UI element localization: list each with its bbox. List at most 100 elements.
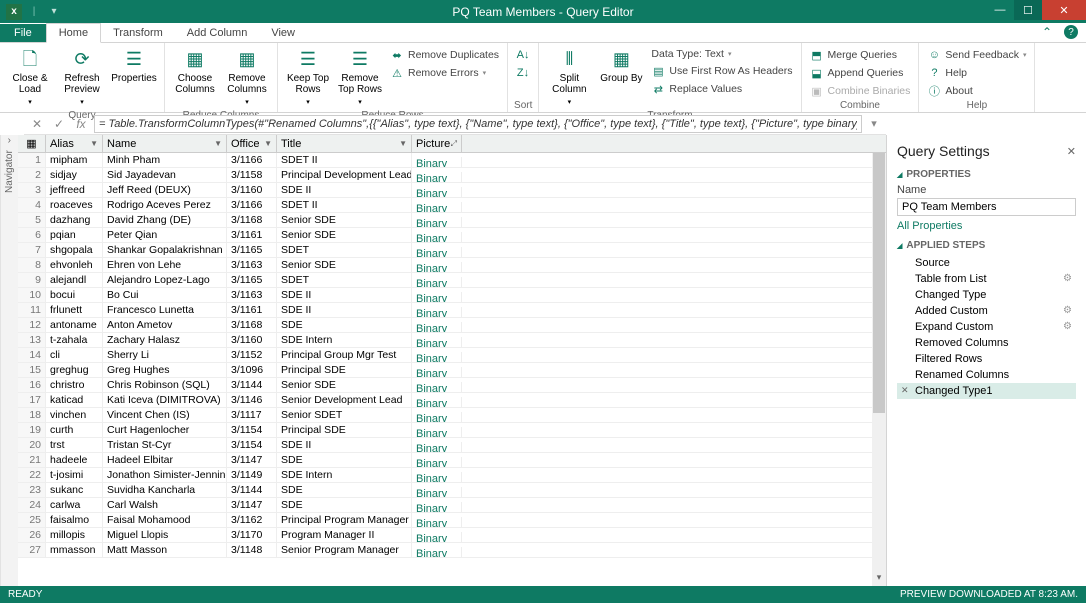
cell-picture[interactable]: Binary [412,457,462,467]
append-queries-button[interactable]: ⬓Append Queries [808,65,913,81]
first-row-headers-button[interactable]: ▤Use First Row As Headers [649,63,794,79]
cell-office[interactable]: 3/1168 [227,213,277,227]
cell-name[interactable]: Curt Hagenlocher [103,423,227,437]
cell-alias[interactable]: hadeele [46,453,103,467]
table-row[interactable]: 2sidjaySid Jayadevan3/1158Principal Deve… [18,168,886,183]
tab-file[interactable]: File [0,24,46,42]
minimize-button[interactable]: — [986,0,1014,20]
gear-icon[interactable]: ⚙ [1063,273,1072,285]
formula-cancel-icon[interactable]: ✕ [28,115,46,133]
cell-title[interactable]: Senior Development Lead [277,393,412,407]
column-header-office[interactable]: Office▼ [227,135,277,152]
cell-office[interactable]: 3/1148 [227,543,277,557]
cell-alias[interactable]: greghug [46,363,103,377]
properties-section-label[interactable]: PROPERTIES [897,169,1076,180]
cell-title[interactable]: SDE [277,453,412,467]
cell-picture[interactable]: Binary [412,397,462,407]
cell-title[interactable]: SDE II [277,288,412,302]
table-row[interactable]: 3jeffreedJeff Reed (DEUX)3/1160SDE IIBin… [18,183,886,198]
cell-name[interactable]: Rodrigo Aceves Perez [103,198,227,212]
cell-title[interactable]: SDET [277,273,412,287]
cell-title[interactable]: Principal Program Manager Lead [277,513,412,527]
tab-add-column[interactable]: Add Column [175,24,260,42]
cell-picture[interactable]: Binary [412,427,462,437]
cell-name[interactable]: Sid Jayadevan [103,168,227,182]
qat-dropdown-icon[interactable]: ▾ [46,4,62,20]
applied-step[interactable]: Source [897,255,1076,271]
applied-step[interactable]: Renamed Columns [897,367,1076,383]
cell-office[interactable]: 3/1096 [227,363,277,377]
formula-accept-icon[interactable]: ✓ [50,115,68,133]
keep-top-rows-button[interactable]: ☰Keep Top Rows▾ [284,45,332,110]
cell-name[interactable]: Zachary Halasz [103,333,227,347]
cell-picture[interactable]: Binary [412,247,462,257]
help-button[interactable]: ?Help [925,65,1028,81]
combine-binaries-button[interactable]: ▣Combine Binaries [808,83,913,99]
cell-picture[interactable]: Binary [412,262,462,272]
split-column-button[interactable]: ⫴Split Column▾ [545,45,593,110]
remove-top-rows-button[interactable]: ☰Remove Top Rows▾ [336,45,384,110]
cell-name[interactable]: Suvidha Kancharla [103,483,227,497]
table-row[interactable]: 14cliSherry Li3/1152Principal Group Mgr … [18,348,886,363]
cell-title[interactable]: Principal Development Lead [277,168,412,182]
cell-title[interactable]: SDE II [277,438,412,452]
cell-alias[interactable]: mipham [46,153,103,167]
table-row[interactable]: 17katicadKati Iceva (DIMITROVA)3/1146Sen… [18,393,886,408]
cell-office[interactable]: 3/1163 [227,258,277,272]
cell-office[interactable]: 3/1158 [227,168,277,182]
gear-icon[interactable]: ⚙ [1063,305,1072,317]
cell-alias[interactable]: alejandl [46,273,103,287]
cell-picture[interactable]: Binary [412,382,462,392]
cell-name[interactable]: Peter Qian [103,228,227,242]
cell-title[interactable]: SDET II [277,153,412,167]
cell-title[interactable]: Senior SDE [277,378,412,392]
table-row[interactable]: 19curthCurt Hagenlocher3/1154Principal S… [18,423,886,438]
cell-alias[interactable]: t-josimi [46,468,103,482]
cell-alias[interactable]: trst [46,438,103,452]
cell-name[interactable]: Greg Hughes [103,363,227,377]
cell-title[interactable]: Program Manager II [277,528,412,542]
formula-expand-icon[interactable]: ▾ [866,117,882,130]
cell-title[interactable]: SDE [277,498,412,512]
close-button[interactable]: ✕ [1042,0,1086,20]
applied-step[interactable]: Added Custom⚙ [897,303,1076,319]
applied-step[interactable]: Filtered Rows [897,351,1076,367]
table-row[interactable]: 27mmassonMatt Masson3/1148Senior Program… [18,543,886,558]
chevron-down-icon[interactable]: ⤢ [451,139,457,149]
cell-alias[interactable]: roaceves [46,198,103,212]
remove-errors-button[interactable]: ⚠Remove Errors ▾ [388,65,501,81]
scroll-thumb[interactable] [873,153,885,413]
cell-title[interactable]: Principal SDE [277,363,412,377]
cell-picture[interactable]: Binary [412,292,462,302]
column-header-name[interactable]: Name▼ [103,135,227,152]
vertical-scrollbar[interactable]: ▴ ▾ [872,153,886,586]
cell-picture[interactable]: Binary [412,322,462,332]
cell-title[interactable]: Senior SDE [277,213,412,227]
cell-office[interactable]: 3/1170 [227,528,277,542]
column-header-picture[interactable]: Picture⤢ [412,135,462,152]
cell-alias[interactable]: curth [46,423,103,437]
cell-picture[interactable]: Binary [412,442,462,452]
cell-alias[interactable]: pqian [46,228,103,242]
applied-step[interactable]: Changed Type [897,287,1076,303]
merge-queries-button[interactable]: ⬒Merge Queries [808,47,913,63]
applied-step[interactable]: Removed Columns [897,335,1076,351]
cell-picture[interactable]: Binary [412,232,462,242]
table-row[interactable]: 13t-zahalaZachary Halasz3/1160SDE Intern… [18,333,886,348]
table-row[interactable]: 1miphamMinh Pham3/1166SDET IIBinary [18,153,886,168]
table-row[interactable]: 16christroChris Robinson (SQL)3/1144Seni… [18,378,886,393]
cell-office[interactable]: 3/1168 [227,318,277,332]
cell-office[interactable]: 3/1147 [227,498,277,512]
cell-alias[interactable]: carlwa [46,498,103,512]
remove-columns-button[interactable]: ▦Remove Columns▾ [223,45,271,110]
chevron-down-icon[interactable]: ▼ [399,139,407,148]
formula-input[interactable] [94,115,862,133]
send-feedback-button[interactable]: ☺Send Feedback ▾ [925,47,1028,63]
cell-title[interactable]: SDE II [277,303,412,317]
navigator-expand-icon[interactable]: › [8,135,11,146]
cell-office[interactable]: 3/1165 [227,243,277,257]
cell-title[interactable]: Senior SDE [277,258,412,272]
cell-title[interactable]: SDET II [277,198,412,212]
cell-alias[interactable]: bocui [46,288,103,302]
cell-title[interactable]: SDE [277,318,412,332]
